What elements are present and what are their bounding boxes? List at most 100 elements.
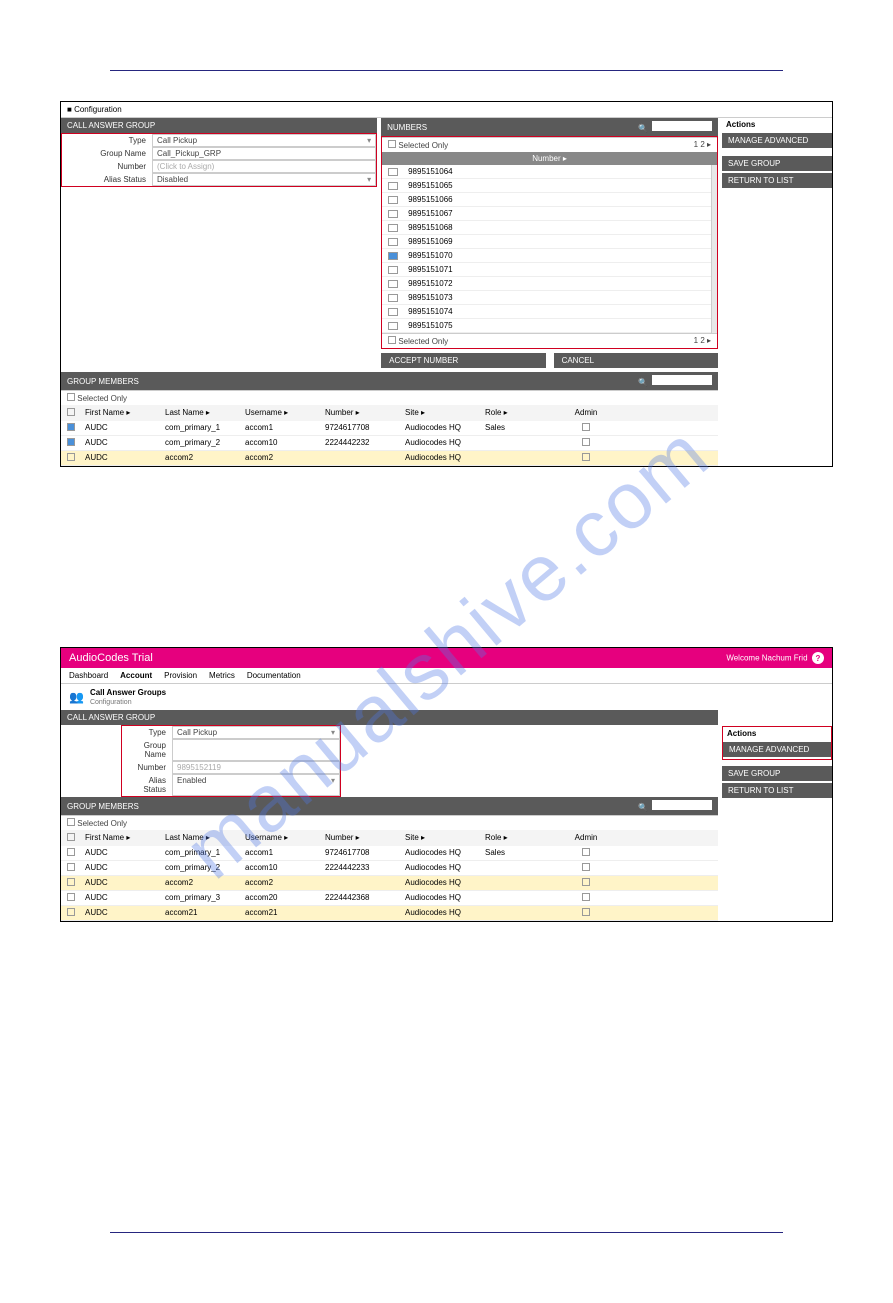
row-checkbox[interactable] (67, 908, 75, 916)
number-checkbox[interactable] (388, 238, 398, 246)
save-group-button[interactable]: SAVE GROUP (722, 156, 832, 171)
group-name-input-2[interactable] (172, 739, 340, 761)
row-checkbox[interactable] (67, 848, 75, 856)
number-row[interactable]: 9895151073 (382, 291, 711, 305)
number-checkbox[interactable] (388, 294, 398, 302)
number-row[interactable]: 9895151066 (382, 193, 711, 207)
row-checkbox[interactable] (67, 438, 75, 446)
row-checkbox[interactable] (67, 893, 75, 901)
col-username[interactable]: Username ▸ (241, 408, 321, 418)
group-name-input[interactable]: Call_Pickup_GRP (152, 147, 376, 160)
number-column-header[interactable]: Number ▸ (382, 152, 717, 165)
numbers-search-input[interactable] (652, 121, 712, 131)
admin-checkbox[interactable] (582, 453, 590, 461)
number-input[interactable]: (Click to Assign) (152, 160, 376, 173)
table-row[interactable]: AUDCcom_primary_2accom102224442232Audioc… (61, 436, 718, 451)
number-row[interactable]: 9895151072 (382, 277, 711, 291)
help-icon[interactable]: ? (812, 652, 824, 664)
number-row[interactable]: 9895151064 (382, 165, 711, 179)
nav-dashboard[interactable]: Dashboard (69, 671, 108, 680)
admin-checkbox[interactable] (582, 908, 590, 916)
admin-checkbox[interactable] (582, 438, 590, 446)
search-icon[interactable] (638, 124, 652, 133)
number-row[interactable]: 9895151065 (382, 179, 711, 193)
nav-provision[interactable]: Provision (164, 671, 197, 680)
col-username-2[interactable]: Username ▸ (241, 833, 321, 843)
admin-checkbox[interactable] (582, 863, 590, 871)
members-selected-only-checkbox-2[interactable] (67, 818, 75, 826)
save-group-button-2[interactable]: SAVE GROUP (722, 766, 832, 781)
cancel-button[interactable]: CANCEL (554, 353, 718, 368)
admin-checkbox[interactable] (582, 848, 590, 856)
col-role[interactable]: Role ▸ (481, 408, 561, 418)
number-checkbox[interactable] (388, 280, 398, 288)
number-row[interactable]: 9895151069 (382, 235, 711, 249)
col-site-2[interactable]: Site ▸ (401, 833, 481, 843)
alias-status-select[interactable]: Disabled (152, 173, 376, 186)
select-all-checkbox-2[interactable] (67, 833, 75, 841)
members-search-input-2[interactable] (652, 800, 712, 810)
admin-checkbox[interactable] (582, 878, 590, 886)
selected-only-checkbox[interactable] (388, 140, 396, 148)
search-icon[interactable] (638, 803, 652, 812)
admin-checkbox[interactable] (582, 893, 590, 901)
col-number[interactable]: Number ▸ (321, 408, 401, 418)
number-row[interactable]: 9895151071 (382, 263, 711, 277)
col-admin[interactable]: Admin (561, 408, 611, 418)
type-select-2[interactable]: Call Pickup (172, 726, 340, 739)
return-to-list-button-2[interactable]: RETURN TO LIST (722, 783, 832, 798)
col-site[interactable]: Site ▸ (401, 408, 481, 418)
number-checkbox[interactable] (388, 196, 398, 204)
search-icon[interactable] (638, 378, 652, 387)
col-admin-2[interactable]: Admin (561, 833, 611, 843)
table-row[interactable]: AUDCaccom2accom2Audiocodes HQ (61, 876, 718, 891)
number-row[interactable]: 9895151074 (382, 305, 711, 319)
scrollbar[interactable] (711, 165, 717, 333)
number-checkbox[interactable] (388, 308, 398, 316)
manage-advanced-button[interactable]: MANAGE ADVANCED (722, 133, 832, 148)
nav-metrics[interactable]: Metrics (209, 671, 235, 680)
number-checkbox[interactable] (388, 182, 398, 190)
crumb-main[interactable]: Call Answer Groups (90, 688, 166, 697)
accept-number-button[interactable]: ACCEPT NUMBER (381, 353, 545, 368)
table-row[interactable]: AUDCcom_primary_1accom19724617708Audioco… (61, 846, 718, 861)
config-tab[interactable]: ■ Configuration (61, 102, 832, 118)
members-selected-only-checkbox[interactable] (67, 393, 75, 401)
number-checkbox[interactable] (388, 322, 398, 330)
col-number-2[interactable]: Number ▸ (321, 833, 401, 843)
select-all-checkbox[interactable] (67, 408, 75, 416)
pager-top[interactable]: 1 2 ▸ (694, 140, 711, 150)
number-row[interactable]: 9895151070 (382, 249, 711, 263)
manage-advanced-button-2[interactable]: MANAGE ADVANCED (723, 742, 831, 757)
nav-documentation[interactable]: Documentation (247, 671, 301, 680)
number-checkbox[interactable] (388, 210, 398, 218)
number-row[interactable]: 9895151068 (382, 221, 711, 235)
selected-only-checkbox-bot[interactable] (388, 336, 396, 344)
col-last-name-2[interactable]: Last Name ▸ (161, 833, 241, 843)
col-first-name[interactable]: First Name ▸ (81, 408, 161, 418)
admin-checkbox[interactable] (582, 423, 590, 431)
number-checkbox[interactable] (388, 168, 398, 176)
pager-bottom[interactable]: 1 2 ▸ (694, 336, 711, 346)
table-row[interactable]: AUDCaccom2accom2Audiocodes HQ (61, 451, 718, 466)
members-search-input[interactable] (652, 375, 712, 385)
col-last-name[interactable]: Last Name ▸ (161, 408, 241, 418)
number-row[interactable]: 9895151067 (382, 207, 711, 221)
row-checkbox[interactable] (67, 878, 75, 886)
type-select[interactable]: Call Pickup (152, 134, 376, 147)
table-row[interactable]: AUDCcom_primary_3accom202224442368Audioc… (61, 891, 718, 906)
row-checkbox[interactable] (67, 453, 75, 461)
number-checkbox[interactable] (388, 224, 398, 232)
table-row[interactable]: AUDCcom_primary_1accom19724617708Audioco… (61, 421, 718, 436)
number-checkbox[interactable] (388, 252, 398, 260)
number-input-2[interactable]: 9895152119 (172, 761, 340, 774)
return-to-list-button[interactable]: RETURN TO LIST (722, 173, 832, 188)
row-checkbox[interactable] (67, 863, 75, 871)
col-first-name-2[interactable]: First Name ▸ (81, 833, 161, 843)
table-row[interactable]: AUDCaccom21accom21Audiocodes HQ (61, 906, 718, 921)
table-row[interactable]: AUDCcom_primary_2accom102224442233Audioc… (61, 861, 718, 876)
col-role-2[interactable]: Role ▸ (481, 833, 561, 843)
number-row[interactable]: 9895151075 (382, 319, 711, 333)
number-checkbox[interactable] (388, 266, 398, 274)
alias-status-select-2[interactable]: Enabled (172, 774, 340, 796)
